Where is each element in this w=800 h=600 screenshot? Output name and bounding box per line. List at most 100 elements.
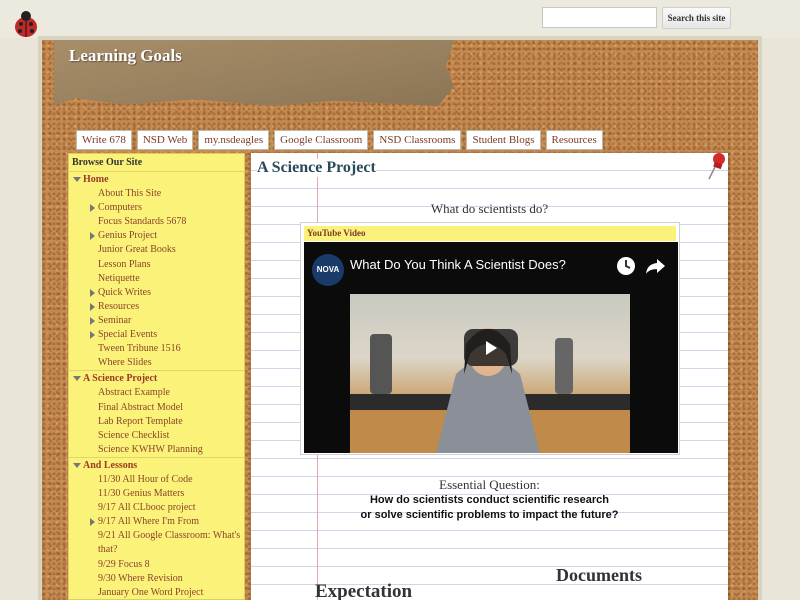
sidebar-item[interactable]: Computers — [69, 201, 244, 215]
sidebar-item[interactable]: 11/30 All Hour of Code — [69, 473, 244, 487]
expand-right-icon[interactable] — [90, 302, 95, 311]
sidebar-item-label: Lesson Plans — [98, 258, 151, 270]
sidebar-item-label: January One Word Project — [98, 586, 204, 598]
sidebar-item[interactable]: 9/30 Where Revision — [69, 572, 244, 586]
sidebar-heading-label: Home — [83, 174, 109, 185]
sidebar-item[interactable]: Seminar — [69, 314, 244, 328]
sidebar-item[interactable]: Genius Project — [69, 229, 244, 243]
share-icon[interactable] — [643, 254, 667, 278]
sidebar-item[interactable]: Tween Tribune 1516 — [69, 342, 244, 356]
nav-tab-4[interactable]: Google Classroom — [274, 130, 369, 150]
sidebar-item[interactable]: Junior Great Books — [69, 243, 244, 257]
sidebar: Browse Our Site Home About This Site Compu… — [68, 153, 245, 600]
sidebar-item-label: Junior Great Books — [98, 244, 176, 256]
sidebar-item[interactable]: Quick Writes — [69, 286, 244, 300]
sidebar-item[interactable]: 9/17 All Where I'm From — [69, 515, 244, 529]
channel-logo[interactable]: NOVA — [312, 254, 344, 286]
main-content: A Science Project What do scientists do?… — [251, 153, 728, 600]
sidebar-item[interactable]: Lab Report Template — [69, 415, 244, 429]
sidebar-section: And Lessons 11/30 All Hour of Code 11/30 G… — [69, 456, 244, 599]
sidebar-item[interactable]: About This Site — [69, 187, 244, 201]
sidebar-item-label: 11/30 All Hour of Code — [98, 473, 193, 485]
sidebar-item[interactable]: January One Word Project — [69, 586, 244, 599]
sidebar-item[interactable]: Lesson Plans — [69, 258, 244, 272]
sidebar-title: Browse Our Site — [72, 157, 143, 168]
youtube-label: YouTube Video — [304, 226, 676, 241]
sidebar-item-label: 9/29 Focus 8 — [98, 558, 150, 570]
essential-question-line-2: or solve scientific problems to impact t… — [360, 509, 619, 521]
sidebar-item[interactable]: Science Checklist — [69, 429, 244, 443]
sidebar-item[interactable]: Abstract Example — [69, 386, 244, 400]
sidebar-section-heading[interactable]: Home — [69, 173, 244, 187]
sidebar-heading-label: And Lessons — [83, 459, 138, 471]
expand-right-icon[interactable] — [90, 288, 95, 297]
sidebar-section-heading[interactable]: A Science Project — [69, 372, 244, 386]
site-title[interactable]: Learning Goals — [69, 46, 182, 66]
sidebar-item-label: Resources — [98, 300, 140, 312]
sidebar-item[interactable]: 11/30 Genius Matters — [69, 487, 244, 501]
video-title[interactable]: What Do You Think A Scientist Does? — [350, 257, 566, 272]
ladybug-icon — [15, 11, 37, 37]
sidebar-item-label: Quick Writes — [98, 286, 152, 298]
nav-tab-7[interactable]: Resources — [545, 130, 603, 150]
sidebar-item-label: 9/21 All Google Classroom: What's — [98, 530, 241, 542]
sidebar-item-label: Science Checklist — [98, 429, 170, 441]
search-input[interactable] — [542, 7, 657, 28]
sidebar-item[interactable]: Resources — [69, 300, 244, 314]
search-button[interactable]: Search this site — [662, 7, 731, 29]
sidebar-section-heading[interactable]: And Lessons — [69, 459, 244, 473]
expand-down-icon[interactable] — [73, 376, 81, 382]
video-thumbnail — [350, 294, 630, 453]
microscope-right — [555, 338, 573, 394]
video-player[interactable]: NOVA What Do You Think A Scientist Does? — [304, 242, 678, 453]
sidebar-item[interactable]: Netiquette — [69, 272, 244, 286]
sidebar-item-label: Science KWHW Planning — [98, 443, 203, 455]
essential-question-line-1: How do scientists conduct scientific res… — [369, 494, 609, 506]
expand-down-icon[interactable] — [73, 462, 81, 468]
sidebar-item[interactable]: Where Slides — [69, 356, 244, 370]
pushpin-icon — [708, 153, 725, 180]
sidebar-item-label: Focus Standards 5678 — [98, 216, 187, 228]
expand-down-icon[interactable] — [73, 177, 81, 182]
sidebar-item-label: Netiquette — [98, 272, 140, 284]
sidebar-item-label: Genius Project — [98, 230, 158, 242]
sidebar-item-label: Computers — [98, 202, 142, 214]
sidebar-section: Home About This Site Computers Focus Standa… — [69, 171, 244, 370]
nav-tab-3[interactable]: my.nsdeagles — [198, 130, 270, 150]
sidebar-item-label: 9/17 All Where I'm From — [98, 516, 200, 528]
expand-right-icon[interactable] — [90, 316, 95, 325]
sidebar-item-label: 9/17 All CLbooc project — [98, 502, 196, 514]
top-bar: Search this site — [0, 0, 800, 38]
question-heading: What do scientists do? — [430, 201, 549, 216]
clock-icon[interactable] — [614, 254, 638, 278]
expand-right-icon[interactable] — [90, 204, 95, 213]
nav-tab-2[interactable]: NSD Web — [136, 130, 194, 150]
play-icon[interactable] — [464, 329, 518, 366]
sidebar-item[interactable]: Focus Standards 5678 — [69, 215, 244, 229]
sidebar-item[interactable]: that? — [69, 543, 244, 557]
sidebar-item[interactable]: Final Abstract Model — [69, 401, 244, 415]
sidebar-item[interactable]: 9/17 All CLbooc project — [69, 501, 244, 515]
sidebar-item-label: Tween Tribune 1516 — [98, 343, 181, 355]
sidebar-item-label: Final Abstract Model — [98, 401, 183, 413]
nav-tab-5[interactable]: NSD Classrooms — [373, 130, 462, 150]
expand-right-icon[interactable] — [90, 331, 95, 340]
sidebar-item-label: Lab Report Template — [98, 415, 183, 427]
documents-heading: Documents — [556, 565, 642, 585]
sidebar-item[interactable]: 9/29 Focus 8 — [69, 558, 244, 572]
sidebar-item[interactable]: Special Events — [69, 328, 244, 342]
page-title: A Science Project — [257, 159, 376, 177]
expectation-heading: Expectation — [315, 581, 413, 600]
expand-right-icon[interactable] — [90, 518, 95, 527]
microscope-left — [370, 334, 392, 394]
sidebar-item-label: Abstract Example — [98, 387, 170, 399]
expand-right-icon[interactable] — [90, 232, 95, 241]
sidebar-item-label: Special Events — [98, 329, 158, 341]
sidebar-item-label: 11/30 Genius Matters — [98, 488, 185, 500]
nav-tab-1[interactable]: Write 678 — [76, 130, 132, 150]
nav-tab-6[interactable]: Student Blogs — [466, 130, 541, 150]
sidebar-item-label: Seminar — [98, 314, 132, 326]
sidebar-item[interactable]: Science KWHW Planning — [69, 443, 244, 457]
sidebar-item[interactable]: 9/21 All Google Classroom: What's — [69, 529, 244, 543]
sidebar-item-label: 9/30 Where Revision — [98, 572, 183, 584]
